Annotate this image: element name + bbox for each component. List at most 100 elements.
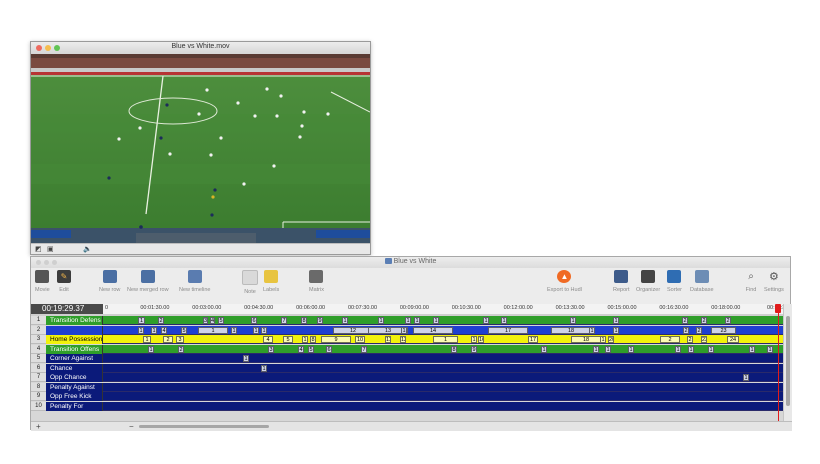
row-label[interactable]: Opp Chance <box>46 373 103 382</box>
sorter-button[interactable]: Sorter <box>667 270 682 293</box>
timeline-clip[interactable]: 1 <box>378 317 384 324</box>
row-label[interactable]: Penalty Against <box>46 382 103 392</box>
timeline-clip[interactable]: 1 <box>628 345 634 353</box>
timeline-clip[interactable]: 3 <box>176 336 184 343</box>
timeline-row[interactable]: 3Home Possession123451891011121116171812… <box>31 335 783 344</box>
export-to-hudl-button[interactable]: ▲ Export to Hudl <box>547 270 582 293</box>
labels-button[interactable]: Labels <box>263 270 279 293</box>
database-button[interactable]: Database <box>690 270 714 293</box>
vertical-scrollbar[interactable] <box>783 304 792 421</box>
timeline-clip[interactable]: 1 <box>593 345 599 353</box>
timeline-clip[interactable]: 2 <box>683 326 689 334</box>
timeline-clip[interactable]: 23 <box>711 326 736 334</box>
playhead-handle[interactable] <box>775 304 781 313</box>
timeline-clip[interactable]: 23 <box>701 336 707 343</box>
timeline-clip[interactable]: 1 <box>600 336 606 343</box>
timeline-clip[interactable]: 2 <box>682 317 688 324</box>
edit-button[interactable]: ✎ Edit <box>57 270 71 293</box>
timeline-clip[interactable]: 1 <box>613 317 619 324</box>
row-track[interactable]: 1 <box>103 363 783 373</box>
timeline-clip[interactable]: 5 <box>181 326 187 334</box>
timeline-row[interactable]: 4 Transition Offens 1 2 3 4 5 6 7 8 9 1 1 1 1 1 1 1 1 1 <box>31 344 783 354</box>
timeline-clip[interactable]: 20 <box>608 336 614 343</box>
timeline-clip[interactable]: 9 <box>321 336 351 343</box>
timeline-clip[interactable]: 7 <box>281 317 287 324</box>
timeline-clip[interactable]: 1 <box>433 336 458 343</box>
timeline-clip[interactable]: 1 <box>138 317 145 324</box>
timeline-clip[interactable]: 2 <box>163 336 173 343</box>
horizontal-scroll-thumb[interactable] <box>139 425 269 428</box>
remove-row-button[interactable]: − <box>129 422 134 431</box>
timeline-clip[interactable]: 1 <box>231 326 237 334</box>
video-player-window[interactable]: Blue vs White.mov ◩ ▣ 🔈 <box>30 41 371 255</box>
timeline-clip[interactable]: 1 <box>483 317 489 324</box>
timeline-clip[interactable]: 2 <box>660 336 680 343</box>
timeline-clip[interactable]: 2 <box>158 317 164 324</box>
timeline-clip[interactable]: 1 <box>613 326 619 334</box>
timeline-clip[interactable]: 2 <box>687 336 693 343</box>
timeline-row[interactable]: 7 Opp Chance 1 <box>31 373 783 382</box>
timeline-clip[interactable]: 1 <box>675 345 681 353</box>
timeline-clip[interactable]: 1 <box>471 336 477 343</box>
timeline-clip[interactable]: 1 <box>749 345 755 353</box>
timeline-clip[interactable]: 1 <box>261 364 267 372</box>
add-row-button[interactable]: + <box>36 422 41 431</box>
timeline-clip[interactable]: 5 <box>308 345 314 353</box>
timeline-clip[interactable]: 1 <box>708 345 714 353</box>
timeline-clip[interactable]: 11 <box>385 336 391 343</box>
timeline-row[interactable]: 10 Penalty For <box>31 401 783 411</box>
row-track[interactable]: 123456789111111111 <box>103 344 783 354</box>
timeline-clip[interactable]: 1 <box>151 326 157 334</box>
timeline-clip[interactable]: 2 <box>696 326 702 334</box>
timeline-clip[interactable]: 18 <box>571 336 601 343</box>
vertical-scroll-thumb[interactable] <box>786 316 790 406</box>
timeline-clip[interactable]: 12 <box>333 326 373 334</box>
timeline-row[interactable]: 9 Opp Free Kick <box>31 392 783 401</box>
timeline-clip[interactable]: 8 <box>310 336 316 343</box>
timeline-clip[interactable]: 3 <box>203 317 208 324</box>
row-label[interactable]: Penalty For <box>46 401 103 411</box>
timeline-clip[interactable]: 1 <box>261 326 267 334</box>
timeline-clip[interactable]: 10 <box>355 336 365 343</box>
timeline-clip[interactable]: 4 <box>298 345 304 353</box>
row-label[interactable] <box>46 325 103 335</box>
row-track[interactable]: 1 1 4 5 1 1 1 1 12 13 1 14 17 18 1 1 2 2 23 <box>103 325 783 335</box>
timeline-clip[interactable]: 1 <box>688 345 694 353</box>
timeline-clip[interactable]: 1 <box>743 374 749 381</box>
timeline-clip[interactable]: 1 <box>302 336 308 343</box>
note-button[interactable]: Note <box>242 270 258 295</box>
timeline-clip[interactable]: 5 <box>218 317 224 324</box>
timeline-clip[interactable]: 6 <box>251 317 257 324</box>
row-label[interactable]: Transition Defens <box>46 316 103 325</box>
timeline-clip[interactable]: 24 <box>727 336 739 343</box>
row-track[interactable] <box>103 392 783 401</box>
row-track[interactable] <box>103 382 783 392</box>
timeline-row[interactable]: 2 1 1 4 5 1 1 1 1 12 13 1 14 17 18 1 1 2 2 23 <box>31 325 783 335</box>
timeline-clip[interactable]: 12 <box>400 336 406 343</box>
new-merged-row-button[interactable]: New merged row <box>127 270 169 293</box>
timeline-clip[interactable]: 1 <box>570 317 576 324</box>
movie-button[interactable]: Movie <box>35 270 50 293</box>
timeline-clip[interactable]: 1 <box>243 355 249 362</box>
timeline-clip[interactable]: 17 <box>528 336 538 343</box>
row-track[interactable] <box>103 401 783 411</box>
timeline-clip[interactable]: 6 <box>326 345 332 353</box>
timeline-clip[interactable]: 2 <box>178 345 184 353</box>
new-timeline-button[interactable]: New timeline <box>179 270 210 293</box>
timeline-clip[interactable]: 2 <box>701 317 707 324</box>
row-track[interactable]: 123456789111111111222 <box>103 316 783 325</box>
timeline-clip[interactable]: 18 <box>551 326 591 334</box>
matrix-button[interactable]: Matrix <box>309 270 324 293</box>
row-track[interactable]: 1234518910111211161718120222324 <box>103 335 783 344</box>
timeline-row[interactable]: 6 Chance 1 <box>31 363 783 373</box>
timeline-clip[interactable]: 1 <box>401 326 407 334</box>
timeline-clip[interactable]: 8 <box>451 345 457 353</box>
timeline-row[interactable]: 1 Transition Defens 1 2 3 4 5 6 7 8 9 1 1 1 1 1 1 1 1 1 2 2 2 <box>31 316 783 325</box>
volume-icon[interactable]: 🔈 <box>83 245 92 253</box>
timeline-clip[interactable]: 1 <box>138 326 144 334</box>
row-track[interactable]: 1 <box>103 354 783 363</box>
report-button[interactable]: Report <box>613 270 630 293</box>
timeline-clip[interactable]: 4 <box>210 317 215 324</box>
timeline-clip[interactable]: 1 <box>541 345 547 353</box>
timeline-clip[interactable]: 14 <box>413 326 453 334</box>
